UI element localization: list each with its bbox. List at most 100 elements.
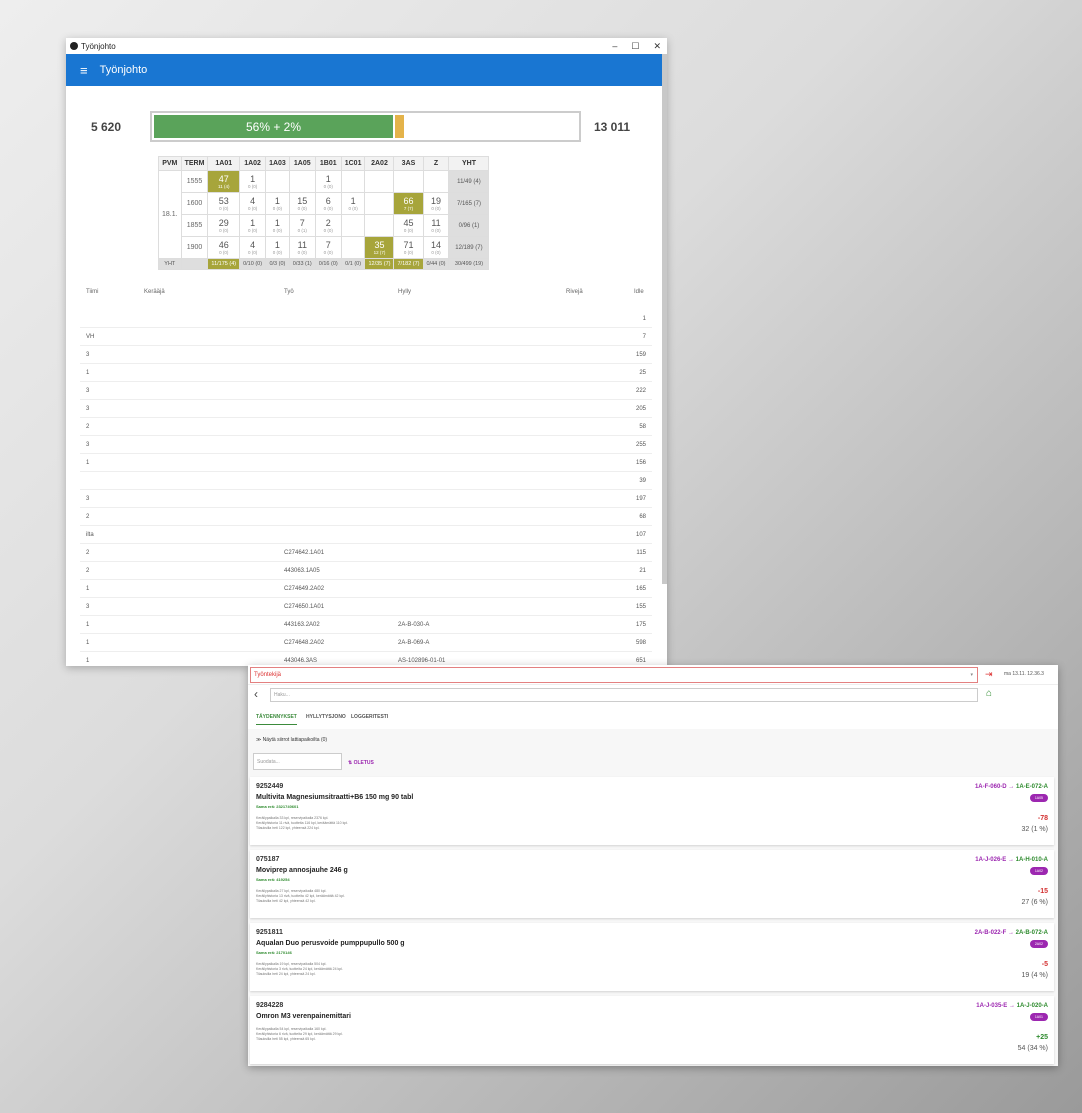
grid-cell[interactable]: 20 (0) <box>314 214 342 237</box>
grid-cell[interactable]: 10 (0) <box>265 236 290 259</box>
list-item[interactable]: 3 222 <box>80 382 652 400</box>
tab-hyllytysjono[interactable]: HYLLYTYSJONO <box>306 714 346 720</box>
grid-cell-detail: 0 (0) <box>219 205 229 211</box>
datetime: ma 13.11. 12.36.3 <box>1004 671 1044 677</box>
grid-cell[interactable]: 70 (1) <box>288 214 316 237</box>
close-icon[interactable]: ✕ <box>653 41 661 52</box>
grid-cell[interactable] <box>393 170 424 193</box>
list-item[interactable]: VH 7 <box>80 328 652 346</box>
grid-cell[interactable] <box>340 236 366 259</box>
grid-header: Z <box>422 156 450 171</box>
home-icon[interactable]: ⌂ <box>986 688 992 699</box>
grid-cell[interactable]: 10 (0) <box>239 214 267 237</box>
col-keraaja[interactable]: Kerääjä <box>144 289 165 295</box>
employee-select[interactable]: Työntekijä ▾ <box>250 667 978 683</box>
grid-cell[interactable]: 66 7 (7) <box>393 192 424 215</box>
grid-cell[interactable]: 40 (0) <box>239 192 267 215</box>
row-riveja: 155 <box>635 604 646 610</box>
list-item[interactable]: 1 443163.2A02 2A-B-030-A 175 <box>80 616 652 634</box>
grid-footer-row: YHT 11/175 (4) 0/10 (0) 0/3 (0) 0/33 (1) 0/16… <box>158 258 490 270</box>
list-item[interactable]: 3 255 <box>80 436 652 454</box>
grid-cell[interactable]: 11 0 (0) <box>288 236 316 259</box>
grid-cell[interactable]: 35 12 (7) <box>364 236 395 259</box>
list-item[interactable]: 1 443046.3AS AS-102896-01-01 651 <box>80 652 652 666</box>
history-line: Keräilyhistoria 11 rivä, tuotteita 116 k… <box>256 821 349 825</box>
grid-cell[interactable] <box>364 192 395 215</box>
list-item[interactable]: ilta 107 <box>80 526 652 544</box>
filter-input[interactable]: Suodata... <box>253 753 342 770</box>
scrollbar[interactable] <box>662 54 667 584</box>
replenishment-card[interactable]: 075187 Moviprep annosjauhe 246 g Sama er… <box>250 850 1054 918</box>
back-icon[interactable]: ‹ <box>254 687 258 701</box>
location-badge: 1A05 <box>1029 794 1048 802</box>
grid-cell[interactable]: 10 (0) <box>340 192 366 215</box>
logout-icon[interactable]: ⇥ <box>985 669 993 680</box>
grid-cell[interactable]: 40 (0) <box>239 236 267 259</box>
grid-cell[interactable] <box>265 170 290 193</box>
grid-cell[interactable]: 10 (0) <box>265 192 290 215</box>
grid-cell[interactable] <box>340 170 366 193</box>
employee-window: Työntekijä ▾ ⇥ ma 13.11. 12.36.3 ‹ Haku.… <box>248 665 1058 1066</box>
grid-cell[interactable]: 45 0 (0) <box>393 214 424 237</box>
grid-cell[interactable]: 53 0 (0) <box>207 192 241 215</box>
col-tiimi[interactable]: Tiimi <box>86 289 98 295</box>
list-item[interactable]: 1 <box>80 310 652 328</box>
progress-total-count: 13 011 <box>594 120 631 134</box>
replenishment-card[interactable]: 9252449 Multivita Magnesiumsitraatti+B6 … <box>250 777 1054 845</box>
grid-cell[interactable] <box>364 214 395 237</box>
list-item[interactable]: 1 C274648.2A02 2A-B-069-A 598 <box>80 634 652 652</box>
list-item[interactable]: 1 25 <box>80 364 652 382</box>
list-item[interactable]: 2 58 <box>80 418 652 436</box>
list-item[interactable]: 3 197 <box>80 490 652 508</box>
search-input[interactable]: Haku... <box>270 688 978 702</box>
grid-cell[interactable]: 60 (0) <box>314 192 342 215</box>
grid-cell[interactable]: 46 0 (0) <box>207 236 241 259</box>
grid-header: 1A02 <box>239 156 267 171</box>
list-item[interactable]: 1 156 <box>80 454 652 472</box>
grid-cell[interactable]: 47 11 (4) <box>207 170 241 193</box>
grid-cell[interactable]: 15 0 (0) <box>288 192 316 215</box>
col-hylly[interactable]: Hylly <box>398 289 411 295</box>
tab-taydennykset[interactable]: TÄYDENNYKSET <box>256 714 297 725</box>
replenishment-card[interactable]: 9251811 Aqualan Duo perusvoide pumppupul… <box>250 923 1054 991</box>
grid-cell[interactable] <box>364 170 395 193</box>
list-item[interactable]: 1 C274649.2A02 165 <box>80 580 652 598</box>
grid-cell[interactable]: 11 0 (0) <box>422 214 450 237</box>
list-item[interactable]: 2 443063.1A05 21 <box>80 562 652 580</box>
grid-cell[interactable]: 14 0 (0) <box>422 236 450 259</box>
list-item[interactable]: 2 C274642.1A01 115 <box>80 544 652 562</box>
progress-fill: 56% + 2% <box>154 115 393 138</box>
row-riveja: 68 <box>639 514 646 520</box>
grid-cell-detail: 7 (7) <box>403 205 414 211</box>
col-idle[interactable]: Idle <box>634 289 644 295</box>
search-row: ‹ Haku... ⌂ <box>248 685 1058 705</box>
grid-cell[interactable]: 10 (0) <box>265 214 290 237</box>
grid-cell[interactable]: 71 0 (0) <box>393 236 424 259</box>
grid-cell[interactable]: 29 0 (0) <box>207 214 241 237</box>
list-item[interactable]: 3 C274650.1A01 155 <box>80 598 652 616</box>
grid-cell[interactable] <box>288 170 316 193</box>
col-tyo[interactable]: Työ <box>284 289 294 295</box>
grid-cell[interactable] <box>422 170 450 193</box>
grid-cell[interactable]: 19 0 (0) <box>422 192 450 215</box>
route-from: 1A-F-060-D <box>974 784 1007 790</box>
minimize-icon[interactable]: – <box>612 41 617 52</box>
tab-loggeritesti[interactable]: LOGGERITESTI <box>351 714 388 720</box>
quantity-delta: +25 <box>1036 1034 1048 1041</box>
menu-icon[interactable]: ≡ <box>80 63 88 78</box>
maximize-icon[interactable]: ☐ <box>631 41 639 52</box>
grid-cell[interactable]: 10 (0) <box>239 170 267 193</box>
list-item[interactable]: 2 68 <box>80 508 652 526</box>
grid-cell[interactable] <box>340 214 366 237</box>
history-line: Keräilyhistoria 6 rivä, tuotteita 29 kpl… <box>256 1032 343 1036</box>
sort-button[interactable]: ⇅ OLETUS <box>348 760 374 766</box>
floor-moves-toggle[interactable]: ≫ Näytä siirrot lattiapaikoilta (0) <box>256 737 327 743</box>
list-item[interactable]: 3 205 <box>80 400 652 418</box>
list-item[interactable]: 39 <box>80 472 652 490</box>
grid-cell[interactable]: 10 (0) <box>314 170 342 193</box>
progress-extra-fill <box>395 115 404 138</box>
col-riveja[interactable]: Rivejä <box>566 289 583 295</box>
replenishment-card[interactable]: 9284228 Omron M3 verenpainemittari Keräi… <box>250 996 1054 1064</box>
grid-cell[interactable]: 70 (0) <box>314 236 342 259</box>
list-item[interactable]: 3 159 <box>80 346 652 364</box>
